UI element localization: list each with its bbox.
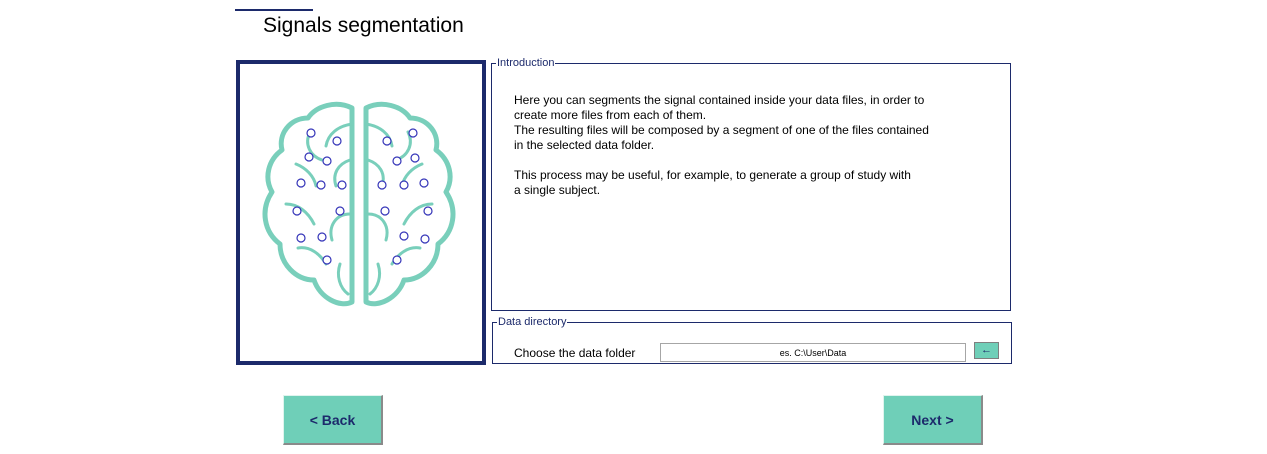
electrode-dot	[322, 255, 332, 265]
data-directory-group: Data directory Choose the data folder ←	[492, 316, 1012, 364]
intro-line: in the selected data folder.	[514, 138, 655, 152]
electrode-dot	[410, 153, 420, 163]
data-directory-legend: Data directory	[498, 316, 567, 328]
intro-line: a single subject.	[514, 183, 601, 197]
intro-line: The resulting files will be composed by …	[514, 123, 929, 137]
electrode-dot	[399, 180, 409, 190]
intro-line: create more files from each of them.	[514, 108, 707, 122]
electrode-dot	[423, 206, 433, 216]
electrode-dot	[377, 180, 387, 190]
data-folder-label: Choose the data folder	[514, 346, 636, 360]
electrode-dot	[337, 180, 347, 190]
electrode-dot	[392, 156, 402, 166]
intro-line: Here you can segments the signal contain…	[514, 93, 925, 107]
electrode-dot	[316, 180, 326, 190]
electrode-dot	[306, 128, 316, 138]
next-button[interactable]: Next >	[883, 395, 983, 445]
electrode-dot	[322, 156, 332, 166]
electrode-dot	[399, 231, 409, 241]
electrode-dot	[380, 206, 390, 216]
data-folder-input[interactable]	[660, 343, 966, 362]
title-rule	[235, 9, 313, 11]
back-button[interactable]: < Back	[283, 395, 383, 445]
introduction-legend: Introduction	[497, 57, 555, 69]
intro-paragraph-2: This process may be useful, for example,…	[514, 168, 994, 198]
introduction-group: Introduction Here you can segments the s…	[491, 57, 1011, 311]
brain-image-frame	[236, 60, 486, 365]
signals-segmentation-page: Signals segmentation Introduction Here y…	[0, 0, 1267, 454]
browse-folder-button[interactable]: ←	[974, 342, 999, 359]
intro-paragraph-1: Here you can segments the signal contain…	[514, 93, 994, 153]
electrode-dot	[296, 233, 306, 243]
electrode-dot	[304, 152, 314, 162]
electrode-dot	[317, 232, 327, 242]
electrode-dot	[382, 136, 392, 146]
electrode-dot	[296, 178, 306, 188]
electrode-dot	[419, 178, 429, 188]
brain-electrodes-icon	[262, 101, 456, 307]
electrode-dot	[408, 128, 418, 138]
electrode-dot	[292, 206, 302, 216]
electrode-dot	[335, 206, 345, 216]
electrode-dot	[392, 255, 402, 265]
page-title: Signals segmentation	[263, 14, 464, 37]
introduction-text: Here you can segments the signal contain…	[514, 93, 994, 213]
electrode-dot	[332, 136, 342, 146]
electrode-dot	[420, 234, 430, 244]
intro-line: This process may be useful, for example,…	[514, 168, 911, 182]
